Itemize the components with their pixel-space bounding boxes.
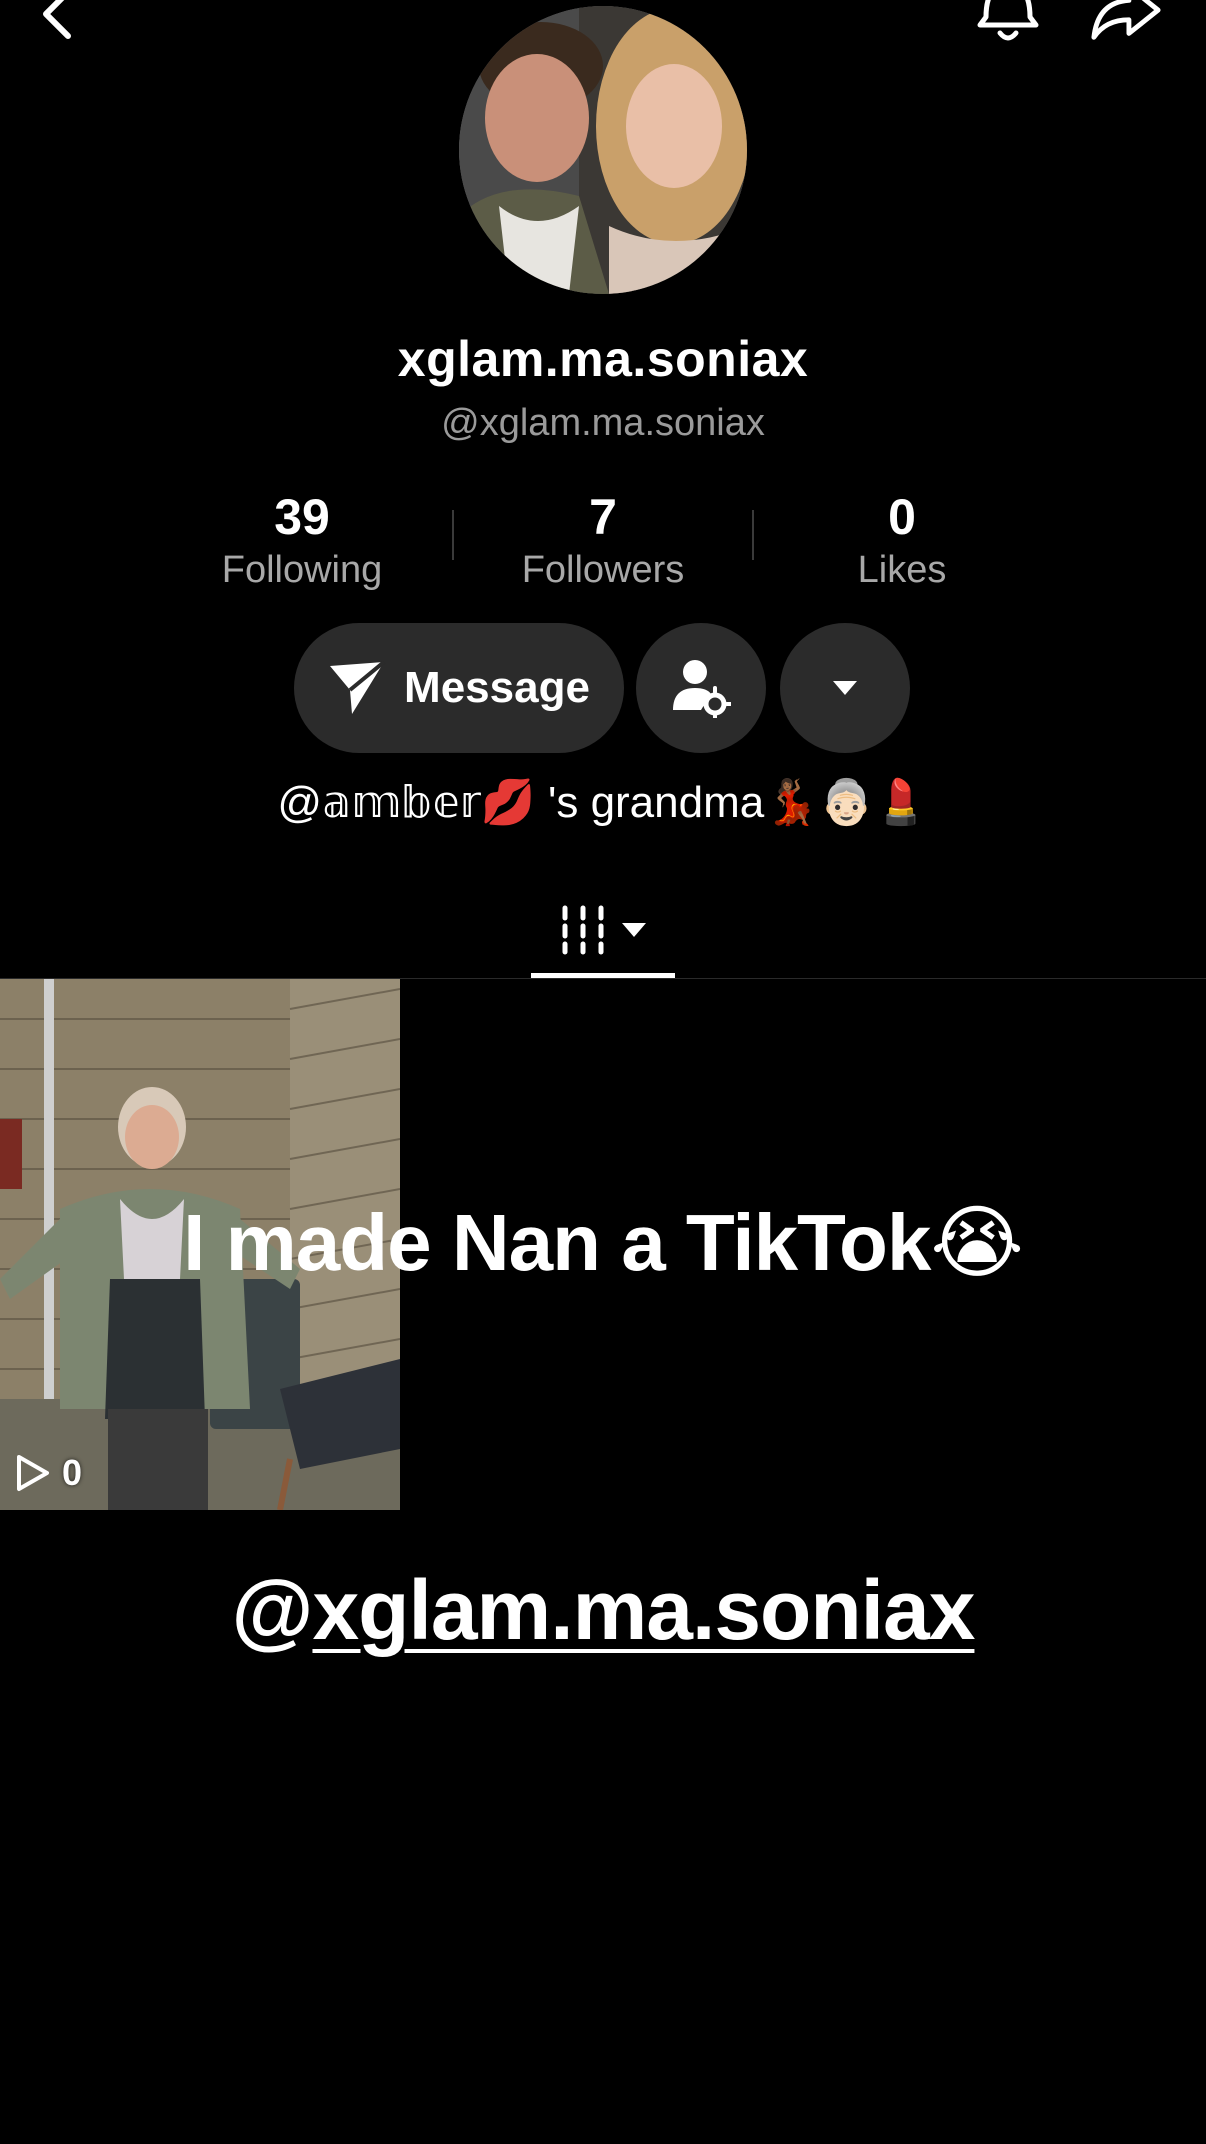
caret-down-icon <box>622 923 646 937</box>
profile-bio: @𝕒𝕞𝕓𝕖𝕣💋 's grandma💃🏾👵🏻💄 <box>277 778 929 827</box>
share-arrow-icon <box>1091 0 1161 40</box>
stat-followers-count: 7 <box>589 489 617 545</box>
overlay-handle: @xglam.ma.soniax <box>0 1562 1206 1659</box>
profile-handle: @xglam.ma.soniax <box>441 402 765 444</box>
message-button-label: Message <box>404 663 590 712</box>
avatar-photo <box>459 6 747 294</box>
chevron-left-icon <box>43 0 71 39</box>
stat-likes[interactable]: 0 Likes <box>752 488 1052 594</box>
message-button[interactable]: Message <box>294 623 624 753</box>
overlay-handle-name: xglam.ma.soniax <box>312 1563 975 1657</box>
grid-icon <box>562 905 604 955</box>
friend-settings-button[interactable] <box>636 623 766 753</box>
stat-following-label: Following <box>221 549 383 591</box>
stat-likes-label: Likes <box>857 549 947 591</box>
overlay-caption: I made Nan a TikTok😭 <box>183 1198 1024 1287</box>
profile-display-name: xglam.ma.soniax <box>397 331 809 387</box>
stat-likes-count: 0 <box>888 489 916 545</box>
overlay-handle-at: @ <box>231 1563 314 1657</box>
notifications-button[interactable] <box>972 0 1044 48</box>
stat-followers-label: Followers <box>521 549 685 591</box>
video-view-count: 0 <box>16 1452 82 1494</box>
bell-icon <box>977 0 1039 41</box>
profile-avatar[interactable] <box>459 6 747 294</box>
share-button[interactable] <box>1090 0 1162 48</box>
stat-followers[interactable]: 7 Followers <box>453 488 753 594</box>
back-button[interactable] <box>22 0 94 50</box>
caret-down-icon <box>833 681 857 695</box>
tab-videos[interactable] <box>531 884 675 976</box>
video-view-count-value: 0 <box>62 1452 83 1493</box>
person-gear-icon <box>673 660 731 718</box>
paper-plane-icon <box>330 660 386 714</box>
stat-following-count: 39 <box>274 489 330 545</box>
stat-following[interactable]: 39 Following <box>152 488 452 594</box>
more-options-button[interactable] <box>780 623 910 753</box>
play-outline-icon <box>17 1455 49 1491</box>
